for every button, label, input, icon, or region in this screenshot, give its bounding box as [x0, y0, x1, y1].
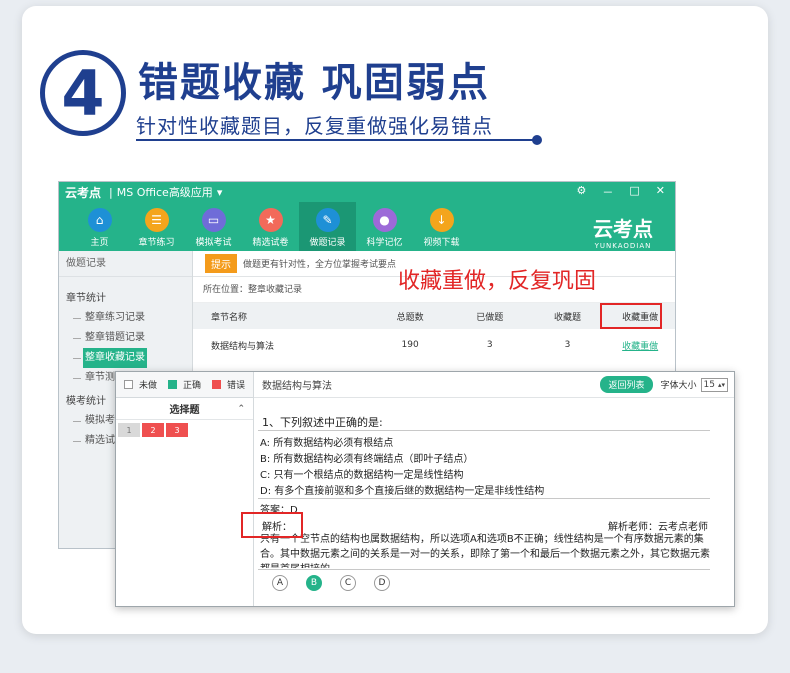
practice-window: 未做 正确 错误 选择题 ⌃ 1 2 3 数据结构与算法 返回列表 字体大小 1… — [115, 371, 735, 607]
option-d: D: 有多个直接前驱和多个直接后继的数据结构一定是非线性结构 — [260, 486, 545, 497]
choice-buttons: A B C D — [272, 575, 390, 591]
brand-logo: 云考点 YUNKAODIAN — [593, 217, 653, 250]
question-number-1[interactable]: 1 — [118, 423, 140, 437]
legend-swatch-correct — [168, 380, 178, 389]
subline-dot — [532, 135, 542, 145]
question-text: 1、下列叙述中正确的是: — [262, 416, 383, 429]
tip-badge: 提示 — [205, 254, 237, 273]
banner-headline: 错题收藏 巩固弱点 — [138, 60, 490, 106]
font-size-stepper[interactable]: 15 ▴▾ — [700, 377, 728, 392]
divider — [258, 569, 710, 570]
sidebar-item-chapter-practice[interactable]: 整章练习记录 — [73, 308, 192, 328]
app-title: MS Office高级应用 — [116, 186, 213, 199]
chevron-up-icon[interactable]: ⌃ — [237, 404, 245, 414]
nav-home[interactable]: ⌂ 主页 — [71, 202, 128, 251]
divider — [258, 498, 710, 499]
app-titlebar: 云考点 | MS Office高级应用 ▾ ⚙ － □ ✕ — [59, 182, 675, 202]
close-icon[interactable]: ✕ — [656, 184, 665, 200]
home-icon: ⌂ — [87, 208, 112, 232]
monitor-icon: ▭ — [201, 208, 226, 232]
award-icon: ★ — [258, 208, 283, 232]
question-number-grid: 1 2 3 — [116, 420, 253, 437]
option-a: A: 所有数据结构必须有根结点 — [260, 438, 394, 449]
download-icon: ↓ — [429, 208, 454, 232]
divider — [258, 430, 710, 431]
question-number-2[interactable]: 2 — [142, 423, 164, 437]
list-icon: ☰ — [144, 208, 169, 232]
choice-d-button[interactable]: D — [374, 575, 390, 591]
nav-selected-papers[interactable]: ★ 精选试卷 — [242, 202, 299, 251]
chapter-title: 数据结构与算法 — [262, 381, 332, 392]
legend-swatch-undone — [124, 380, 133, 389]
option-b: B: 所有数据结构必须有终端结点（即叶子结点） — [260, 454, 474, 465]
brain-icon: ● — [372, 208, 397, 232]
analysis-text: 只有一个空节点的结构也属数据结构，所以选项A和选项B不正确；线性结构是一个有序数… — [260, 534, 710, 568]
gear-icon[interactable]: ⚙ — [577, 184, 587, 200]
sidebar-item-chapter-errors[interactable]: 整章错题记录 — [73, 328, 192, 348]
choice-a-button[interactable]: A — [272, 575, 288, 591]
caret-down-icon[interactable]: ▾ — [217, 186, 223, 199]
nav-chapter-practice[interactable]: ☰ 章节练习 — [128, 202, 185, 251]
tip-text: 做题更有针对性，全方位掌握考试要点 — [243, 260, 397, 270]
question-navigator: 选择题 ⌃ 1 2 3 — [116, 398, 254, 606]
sidebar-item-chapter-favorites[interactable]: 整章收藏记录 — [73, 348, 147, 368]
nav-video-download[interactable]: ↓ 视频下载 — [413, 202, 470, 251]
font-size-label: 字体大小 — [660, 381, 697, 391]
choice-b-button[interactable]: B — [306, 575, 322, 591]
nav-memory[interactable]: ● 科学记忆 — [356, 202, 413, 251]
callout-text: 收藏重做，反复巩固 — [398, 269, 597, 294]
choice-c-button[interactable]: C — [340, 575, 356, 591]
nav-mock-exam[interactable]: ▭ 模拟考试 — [185, 202, 242, 251]
main-nav: ⌂ 主页 ☰ 章节练习 ▭ 模拟考试 ★ 精选试卷 ✎ 做题记录 ● 科学记忆 … — [59, 202, 675, 251]
maximize-icon[interactable]: □ — [629, 184, 639, 200]
highlight-box-analysis — [241, 512, 303, 538]
sidebar-group-chapter: 章节统计 — [66, 293, 106, 304]
back-to-list-button[interactable]: 返回列表 — [600, 376, 653, 393]
stepper-arrows-icon[interactable]: ▴▾ — [718, 381, 725, 389]
question-panel: 数据结构与算法 返回列表 字体大小 15 ▴▾ 1、下列叙述中正确的是: A: … — [254, 372, 734, 606]
pencil-icon: ✎ — [315, 208, 340, 232]
subline-underline — [136, 139, 537, 141]
answer-legend: 未做 正确 错误 — [116, 372, 254, 398]
step-number-badge: 4 — [40, 50, 126, 136]
highlight-box-redo-column — [600, 303, 662, 329]
legend-swatch-wrong — [212, 380, 222, 389]
nav-records[interactable]: ✎ 做题记录 — [299, 202, 356, 251]
app-logo: 云考点 — [65, 185, 102, 200]
question-panel-header: 数据结构与算法 返回列表 字体大小 15 ▴▾ — [254, 372, 734, 398]
table-row: 数据结构与算法 190 3 3 收藏重做 — [193, 329, 675, 361]
sidebar-header: 做题记录 — [59, 251, 192, 277]
minimize-icon[interactable]: － — [602, 184, 613, 200]
banner-subline: 针对性收藏题目，反复重做强化易错点 — [136, 114, 493, 138]
question-number-3[interactable]: 3 — [166, 423, 188, 437]
option-c: C: 只有一个根结点的数据结构一定是线性结构 — [260, 470, 464, 481]
analysis-teacher: 解析老师：云考点老师 — [608, 522, 708, 533]
question-type-header[interactable]: 选择题 ⌃ — [116, 398, 253, 420]
redo-favorites-link[interactable]: 收藏重做 — [605, 339, 675, 352]
